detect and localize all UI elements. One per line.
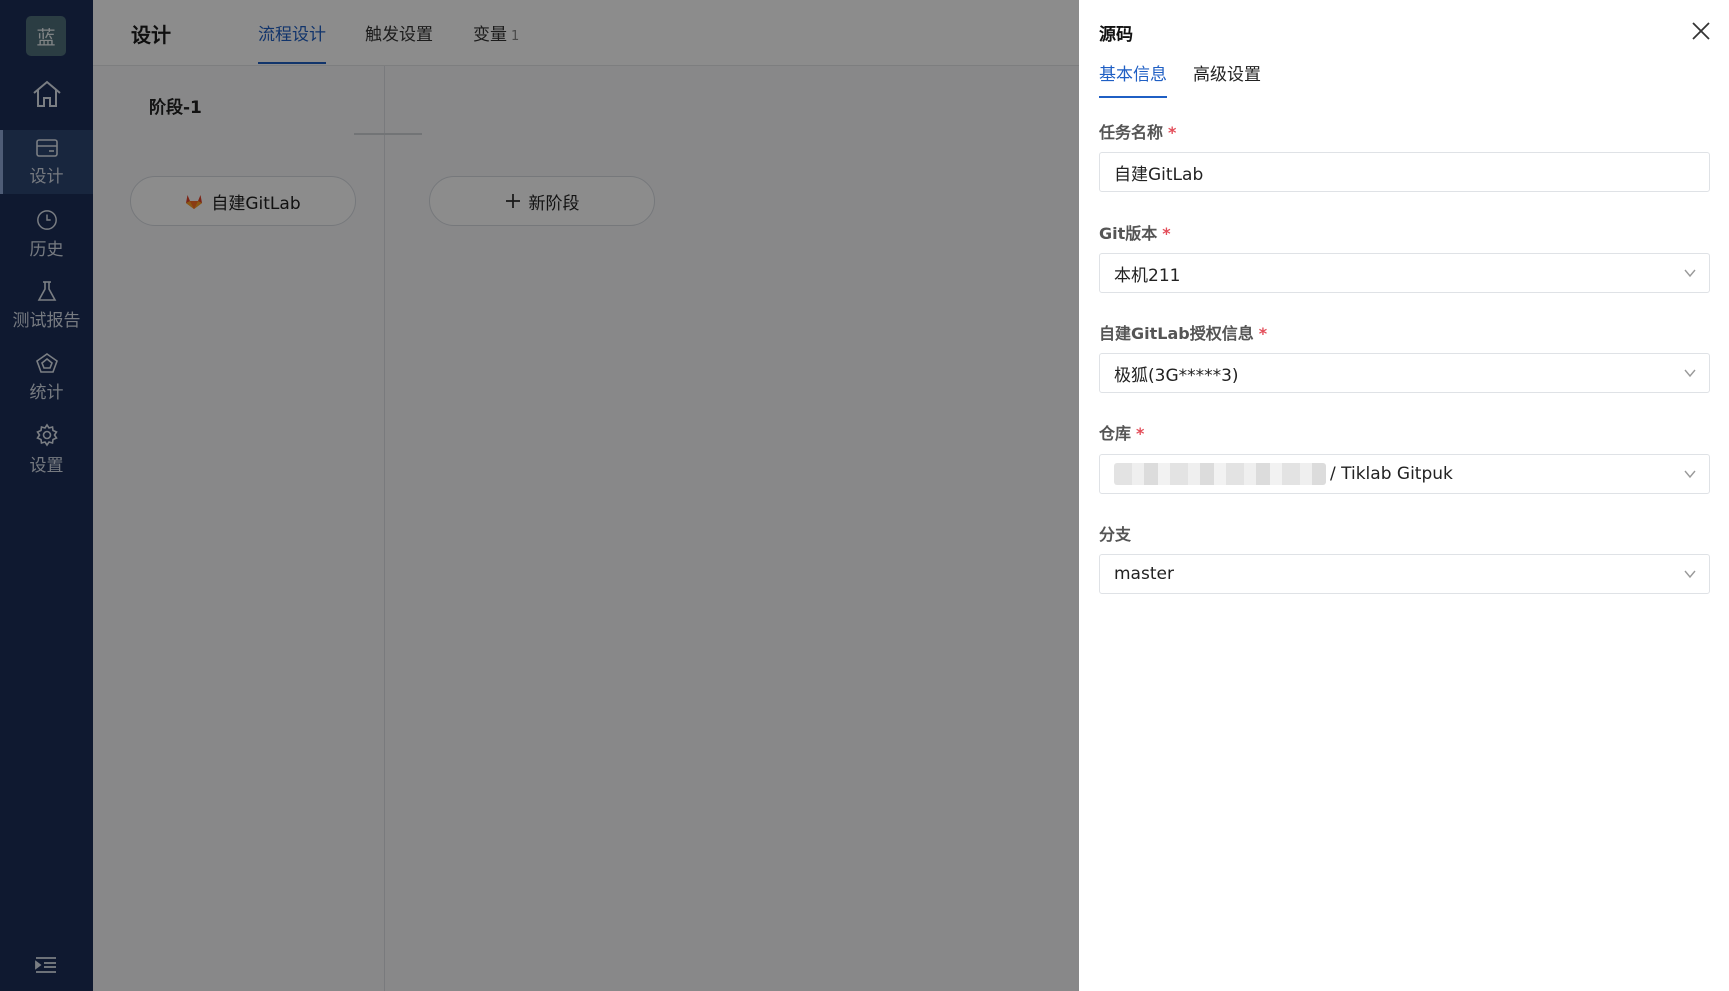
chevron-down-icon xyxy=(1684,369,1696,378)
branch-label: 分支 xyxy=(1099,525,1132,544)
tab-advanced-settings[interactable]: 高级设置 xyxy=(1193,60,1261,85)
branch-select[interactable]: master xyxy=(1099,554,1710,594)
active-tab-indicator xyxy=(1099,96,1167,98)
git-version-select[interactable]: 本机211 xyxy=(1099,253,1710,293)
close-icon xyxy=(1692,22,1710,40)
repository-value: / Tiklab Gitpuk xyxy=(1330,464,1453,484)
repository-select[interactable]: / Tiklab Gitpuk xyxy=(1099,454,1710,494)
chevron-down-icon xyxy=(1684,269,1696,278)
tab-basic-info[interactable]: 基本信息 xyxy=(1099,60,1167,98)
branch-value: master xyxy=(1114,564,1174,584)
gitlab-auth-value: 极狐(3G*****3) xyxy=(1114,365,1239,386)
drawer-title: 源码 xyxy=(1099,25,1133,45)
gitlab-auth-label: 自建GitLab授权信息 * xyxy=(1099,324,1268,343)
chevron-down-icon xyxy=(1684,570,1696,579)
required-mark: * xyxy=(1136,424,1145,443)
git-version-label: Git版本 * xyxy=(1099,224,1171,243)
task-name-label: 任务名称 * xyxy=(1099,123,1177,142)
repository-label: 仓库 * xyxy=(1099,424,1145,443)
close-button[interactable] xyxy=(1688,18,1714,44)
required-mark: * xyxy=(1168,123,1177,142)
chevron-down-icon xyxy=(1684,470,1696,479)
gitlab-auth-select[interactable]: 极狐(3G*****3) xyxy=(1099,353,1710,393)
tab-label: 基本信息 xyxy=(1099,65,1167,85)
modal-overlay[interactable] xyxy=(0,0,1079,991)
required-mark: * xyxy=(1162,224,1171,243)
task-name-field[interactable] xyxy=(1099,152,1710,192)
git-version-value: 本机211 xyxy=(1114,265,1181,286)
required-mark: * xyxy=(1258,324,1268,343)
task-name-input[interactable] xyxy=(1114,162,1709,182)
task-config-drawer: 源码 基本信息 高级设置 任务名称* Git版本* 本机211 自建GitLab… xyxy=(1079,0,1729,991)
redacted-namespace xyxy=(1114,463,1326,485)
tab-label: 高级设置 xyxy=(1193,65,1261,85)
